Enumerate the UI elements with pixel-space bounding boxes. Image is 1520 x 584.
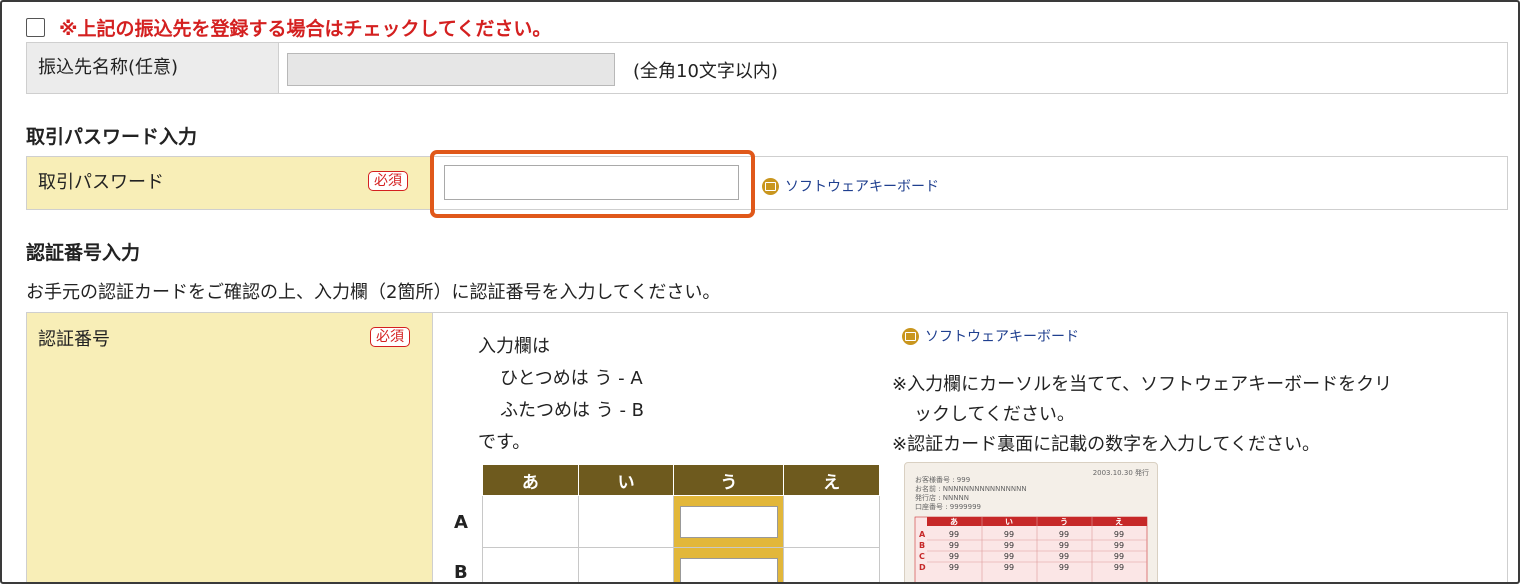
grid-row-label-b: B <box>454 562 468 583</box>
card-value: 99 <box>949 530 959 539</box>
card-value: 99 <box>949 541 959 550</box>
auth-software-keyboard-link[interactable]: ソフトウェアキーボード <box>902 326 1079 346</box>
required-badge: 必須 <box>368 171 408 191</box>
card-value: 99 <box>1059 530 1069 539</box>
card-value: 99 <box>1114 541 1124 550</box>
payee-name-label-text: 振込先名称(任意) <box>38 57 179 78</box>
card-value: 99 <box>1004 541 1014 550</box>
auth-card-sample-image: 2003.10.30 発行 お客様番号 : 999 お名前 : NNNNNNNN… <box>904 462 1158 582</box>
password-software-keyboard-link[interactable]: ソフトウェアキーボード <box>762 176 939 196</box>
register-payee-line: ※上記の振込先を登録する場合はチェックしてください。 <box>26 12 551 42</box>
card-header: う <box>1060 518 1068 527</box>
register-payee-note: ※上記の振込先を登録する場合はチェックしてください。 <box>59 17 552 40</box>
password-input[interactable] <box>444 165 739 200</box>
card-header: い <box>1005 518 1013 527</box>
auth-instruction-3: ふたつめは う - B <box>500 400 645 421</box>
auth-note-1: ※入力欄にカーソルを当てて、ソフトウェアキーボードをクリ <box>892 374 1393 395</box>
card-value: 99 <box>1114 552 1124 561</box>
card-row-label: D <box>919 563 926 572</box>
card-value: 99 <box>1059 541 1069 550</box>
keyboard-icon <box>902 327 919 345</box>
card-date: 2003.10.30 発行 <box>1093 468 1149 477</box>
auth-section-title: 認証番号入力 <box>26 242 141 264</box>
auth-note-3: ※認証カード裏面に記載の数字を入力してください。 <box>892 434 1320 455</box>
grid-cell-highlighted <box>673 547 785 582</box>
auth-input-u-b[interactable] <box>679 557 778 582</box>
payee-name-label: 振込先名称(任意) <box>27 43 279 93</box>
auth-keyboard-link-text: ソフトウェアキーボード <box>925 329 1079 345</box>
payee-name-input[interactable] <box>287 53 615 86</box>
card-value: 99 <box>1114 563 1124 572</box>
card-value: 99 <box>949 552 959 561</box>
card-info-line: 発行店 : NNNNN <box>915 493 969 502</box>
grid-header: う <box>673 464 785 496</box>
required-badge: 必須 <box>370 327 410 347</box>
password-section-title: 取引パスワード入力 <box>26 126 198 148</box>
card-value: 99 <box>1004 530 1014 539</box>
card-info-line: 口座番号 : 9999999 <box>915 502 981 511</box>
grid-header: い <box>577 464 675 496</box>
payee-name-row: 振込先名称(任意) (全角10文字以内) <box>26 42 1508 94</box>
card-value: 99 <box>1114 530 1124 539</box>
grid-cell <box>783 495 880 548</box>
card-value: 99 <box>949 563 959 572</box>
card-value: 99 <box>1004 563 1014 572</box>
card-row-label: A <box>919 530 926 539</box>
transfer-form-frame: ※上記の振込先を登録する場合はチェックしてください。 振込先名称(任意) (全角… <box>0 0 1520 584</box>
grid-cell <box>482 547 579 582</box>
auth-label-cell: 認証番号 必須 <box>27 313 433 582</box>
auth-instruction-4: です。 <box>478 432 531 453</box>
card-value: 99 <box>1004 552 1014 561</box>
card-info-line: お客様番号 : 999 <box>915 475 970 484</box>
password-label: 取引パスワード <box>38 172 164 193</box>
auth-description: お手元の認証カードをご確認の上、入力欄（2箇所）に認証番号を入力してください。 <box>26 282 721 303</box>
keyboard-icon <box>762 177 779 195</box>
grid-cell <box>783 547 880 582</box>
card-value: 99 <box>1059 552 1069 561</box>
auth-instruction-2: ひとつめは う - A <box>500 368 643 389</box>
auth-input-u-a[interactable] <box>679 505 778 538</box>
grid-cell <box>482 495 579 548</box>
card-row-label: B <box>919 541 925 550</box>
register-payee-checkbox[interactable] <box>26 17 45 37</box>
password-keyboard-link-text: ソフトウェアキーボード <box>785 179 939 195</box>
card-header: あ <box>950 518 958 527</box>
card-row-label: C <box>919 552 925 561</box>
card-header: え <box>1115 518 1123 527</box>
grid-cell <box>577 547 675 582</box>
grid-row-label-a: A <box>454 512 468 533</box>
auth-card-illustration: 2003.10.30 発行 お客様番号 : 999 お名前 : NNNNNNNN… <box>914 468 1149 582</box>
card-value: 99 <box>1059 563 1069 572</box>
grid-header: あ <box>482 464 579 496</box>
grid-cell <box>577 495 675 548</box>
grid-header: え <box>783 464 880 496</box>
card-info-line: お名前 : NNNNNNNNNNNNNNNN <box>915 484 1027 493</box>
auth-instruction-1: 入力欄は <box>478 336 550 357</box>
auth-label: 認証番号 <box>38 329 110 350</box>
grid-cell-highlighted <box>673 495 785 548</box>
card-grid-bg <box>914 516 1148 582</box>
auth-note-2: ックしてください。 <box>914 404 1075 425</box>
payee-name-hint: (全角10文字以内) <box>633 61 778 82</box>
password-label-cell: 取引パスワード 必須 <box>27 157 431 209</box>
auth-card-grid: あ い う え <box>482 464 880 582</box>
